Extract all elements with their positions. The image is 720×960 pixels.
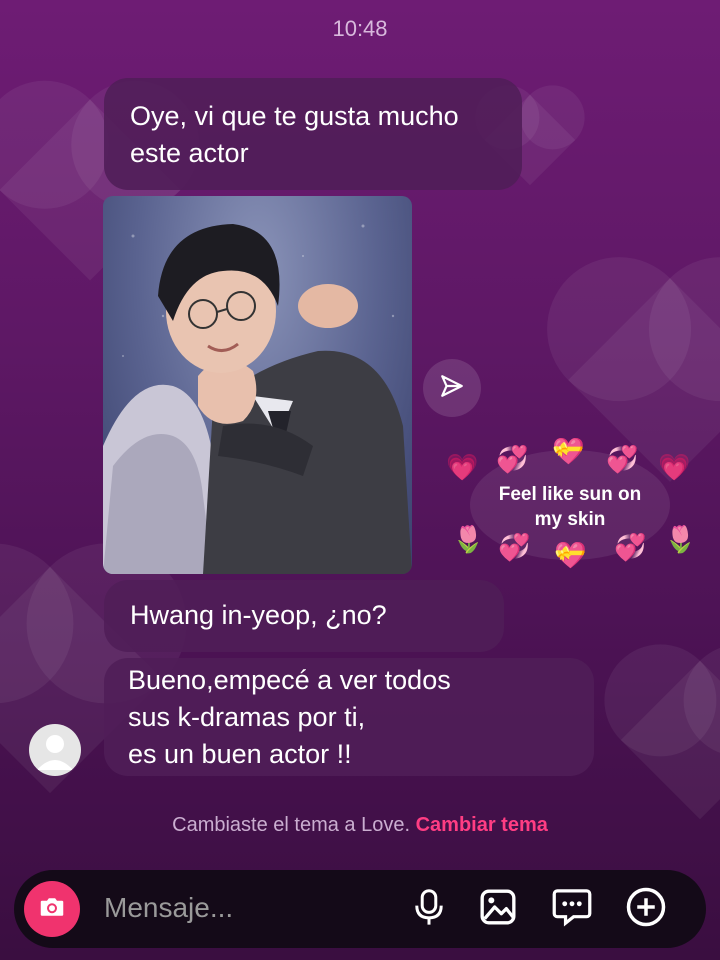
heart-icon: 💗 <box>658 452 691 482</box>
sticker-icon <box>551 887 593 932</box>
plus-icon <box>625 886 667 933</box>
message-text-line: Oye, vi que te gusta mucho <box>130 101 459 131</box>
message-text-line: es un buen actor !! <box>128 739 352 769</box>
sticker-button[interactable] <box>551 887 593 932</box>
heart-icon: 💞 <box>606 444 639 474</box>
share-icon <box>439 373 465 404</box>
message-composer: Mensaje... <box>14 870 706 948</box>
person-photo-illustration <box>103 224 412 574</box>
message-bubble[interactable]: Hwang in-yeop, ¿no? <box>104 580 504 652</box>
camera-button[interactable] <box>24 881 80 937</box>
heart-icon: 💞 <box>496 444 529 474</box>
change-theme-link[interactable]: Cambiar tema <box>416 814 548 836</box>
message-bubble[interactable]: Bueno,empecé a ver todos sus k-dramas po… <box>104 658 594 776</box>
notice-text: Cambiaste el tema a Love. <box>172 814 411 836</box>
message-text-line: sus k-dramas por ti, <box>128 702 366 732</box>
message-input[interactable]: Mensaje... <box>104 892 233 924</box>
heart-icon: 💗 <box>446 452 479 482</box>
shared-photo[interactable] <box>103 196 412 574</box>
microphone-icon <box>412 888 446 931</box>
gift-heart-icon: 💝 <box>552 436 585 466</box>
love-sticker[interactable]: 💗 💞 💝 💞 💗 🌷 💞 💝 💞 🌷 Feel like sun on my … <box>440 432 700 582</box>
sticker-text: Feel like sun on my skin <box>440 482 700 532</box>
camera-icon <box>37 892 67 927</box>
message-timestamp: 10:48 <box>332 16 388 41</box>
gallery-button[interactable] <box>478 889 518 929</box>
message-text-line: Bueno,empecé a ver todos <box>128 665 451 695</box>
sticker-text-line: my skin <box>534 509 606 530</box>
gift-heart-icon: 💝 <box>554 540 587 570</box>
message-bubble[interactable]: Oye, vi que te gusta mucho este actor <box>104 78 522 190</box>
microphone-button[interactable] <box>409 888 449 931</box>
message-text-line: este actor <box>130 138 249 168</box>
message-text: Hwang in-yeop, ¿no? <box>130 600 387 630</box>
theme-change-notice: Cambiaste el tema a Love. Cambiar tema <box>0 814 720 837</box>
share-button[interactable] <box>423 359 481 417</box>
heart-icon: 💞 <box>498 532 531 562</box>
avatar[interactable] <box>29 724 81 776</box>
heart-icon: 💞 <box>614 532 647 562</box>
default-avatar-icon <box>37 735 73 770</box>
background-heart <box>620 660 720 820</box>
plus-button[interactable] <box>626 887 666 929</box>
gallery-icon <box>478 887 518 932</box>
sticker-text-line: Feel like sun on <box>498 484 642 505</box>
